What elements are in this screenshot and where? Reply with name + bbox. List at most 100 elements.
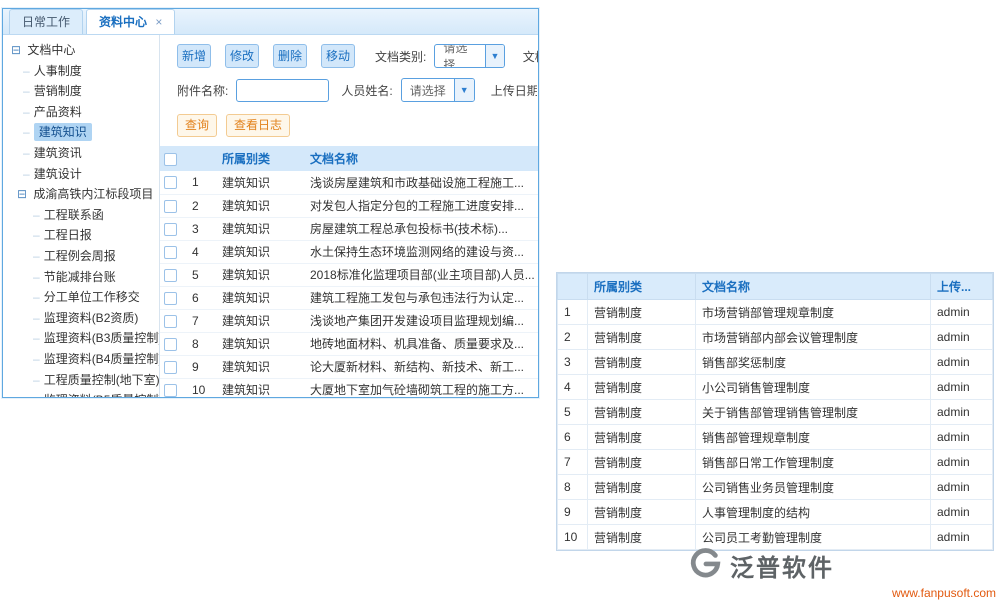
chevron-down-icon: ▼ <box>485 45 504 67</box>
query-button[interactable]: 查询 <box>177 114 217 137</box>
row-doc-name[interactable]: 2018标准化监理项目部(业主项目部)人员... <box>306 263 538 286</box>
row-checkbox[interactable] <box>164 269 177 282</box>
table-row[interactable]: 5 营销制度 关于销售部管理销售管理制度 admin <box>558 400 993 425</box>
row-checkbox[interactable] <box>164 292 177 305</box>
tree-item-construction-knowledge[interactable]: 建筑知识 <box>3 122 159 143</box>
row-doc-name[interactable]: 水土保持生态环境监测网络的建设与资... <box>306 240 538 263</box>
tree-root-project[interactable]: ⊟ 成渝高铁内江标段项目 <box>3 184 159 205</box>
row-checkbox[interactable] <box>164 223 177 236</box>
tree-item-energy-ledger[interactable]: 节能减排台账 <box>3 267 159 288</box>
move-button[interactable]: 移动 <box>321 44 355 68</box>
table-row[interactable]: 2 营销制度 市场营销部内部会议管理制度 admin <box>558 325 993 350</box>
row-checkbox[interactable] <box>164 338 177 351</box>
row-doc-name[interactable]: 市场营销部内部会议管理制度 <box>696 325 931 350</box>
attachment-name-input[interactable] <box>236 79 329 102</box>
delete-button[interactable]: 删除 <box>273 44 307 68</box>
table-row[interactable]: 3 营销制度 销售部奖惩制度 admin <box>558 350 993 375</box>
tree-item-work-transfer[interactable]: 分工单位工作移交 <box>3 287 159 308</box>
tree-item-supervision-b2[interactable]: 监理资料(B2资质) <box>3 308 159 329</box>
table-row[interactable]: 7 营销制度 销售部日常工作管理制度 admin <box>558 450 993 475</box>
row-doc-name[interactable]: 对发包人指定分包的工程施工进度安排... <box>306 194 538 217</box>
tree-item-construction-news[interactable]: 建筑资讯 <box>3 143 159 164</box>
row-doc-name[interactable]: 销售部管理规章制度 <box>696 425 931 450</box>
table-row[interactable]: 4 建筑知识 水土保持生态环境监测网络的建设与资... <box>160 240 538 263</box>
tab-data-center-label: 资料中心 <box>99 15 147 29</box>
row-number: 1 <box>188 171 218 194</box>
row-number: 7 <box>558 450 588 475</box>
tree-item-marketing[interactable]: 营销制度 <box>3 81 159 102</box>
collapse-icon[interactable]: ⊟ <box>17 187 27 201</box>
close-icon[interactable]: × <box>155 15 162 29</box>
row-number: 5 <box>188 263 218 286</box>
table-row[interactable]: 4 营销制度 小公司销售管理制度 admin <box>558 375 993 400</box>
row-category: 营销制度 <box>588 350 696 375</box>
row-doc-name[interactable]: 论大厦新材料、新结构、新技术、新工... <box>306 355 538 378</box>
tab-bar: 日常工作 资料中心 × <box>3 9 538 35</box>
row-checkbox[interactable] <box>164 384 177 397</box>
row-doc-name[interactable]: 人事管理制度的结构 <box>696 500 931 525</box>
collapse-icon[interactable]: ⊟ <box>11 43 21 57</box>
row-checkbox[interactable] <box>164 361 177 374</box>
tree-item-product[interactable]: 产品资料 <box>3 102 159 123</box>
row-doc-name[interactable]: 公司销售业务员管理制度 <box>696 475 931 500</box>
person-name-label: 人员姓名: <box>341 82 392 99</box>
select-all-checkbox[interactable] <box>164 153 177 166</box>
clipped-label: 文档 <box>523 48 538 65</box>
chevron-down-icon: ▼ <box>454 79 474 101</box>
row-doc-name[interactable]: 销售部奖惩制度 <box>696 350 931 375</box>
tree-item-quality-basement[interactable]: 工程质量控制(地下室) <box>3 370 159 391</box>
doc-category-select[interactable]: 请选择 ▼ <box>434 44 504 68</box>
row-doc-name[interactable]: 销售部日常工作管理制度 <box>696 450 931 475</box>
table-row[interactable]: 6 营销制度 销售部管理规章制度 admin <box>558 425 993 450</box>
row-category: 建筑知识 <box>218 309 306 332</box>
table-row[interactable]: 1 营销制度 市场营销部管理规章制度 admin <box>558 300 993 325</box>
row-number: 9 <box>558 500 588 525</box>
table-row[interactable]: 9 建筑知识 论大厦新材料、新结构、新技术、新工... <box>160 355 538 378</box>
table-row[interactable]: 3 建筑知识 房屋建筑工程总承包投标书(技术标)... <box>160 217 538 240</box>
row-doc-name[interactable]: 浅谈地产集团开发建设项目监理规划编... <box>306 309 538 332</box>
doc-name-header: 文档名称 <box>306 146 538 171</box>
row-doc-name[interactable]: 建筑工程施工发包与承包违法行为认定... <box>306 286 538 309</box>
row-doc-name[interactable]: 房屋建筑工程总承包投标书(技术标)... <box>306 217 538 240</box>
modify-button[interactable]: 修改 <box>225 44 259 68</box>
row-checkbox[interactable] <box>164 176 177 189</box>
row-doc-name[interactable]: 市场营销部管理规章制度 <box>696 300 931 325</box>
tree-item-supervision-b4[interactable]: 监理资料(B4质量控制) <box>3 349 159 370</box>
row-number: 3 <box>558 350 588 375</box>
fanpu-logo-icon <box>688 546 722 585</box>
tree-item-weekly-report[interactable]: 工程例会周报 <box>3 246 159 267</box>
view-log-button[interactable]: 查看日志 <box>226 114 290 137</box>
tree-item-clipped[interactable]: 监理资料(B5质量控制) <box>3 390 159 397</box>
row-doc-name[interactable]: 大厦地下室加气砼墙砌筑工程的施工方... <box>306 378 538 397</box>
tree-item-contact-letter[interactable]: 工程联系函 <box>3 205 159 226</box>
row-doc-name[interactable]: 浅谈房屋建筑和市政基础设施工程施工... <box>306 171 538 194</box>
table-row[interactable]: 10 建筑知识 大厦地下室加气砼墙砌筑工程的施工方... <box>160 378 538 397</box>
tree-root-document-center[interactable]: ⊟ 文档中心 <box>3 40 159 61</box>
row-number: 6 <box>188 286 218 309</box>
row-category: 营销制度 <box>588 325 696 350</box>
tree-item-supervision-b3[interactable]: 监理资料(B3质量控制) <box>3 328 159 349</box>
table-row[interactable]: 8 营销制度 公司销售业务员管理制度 admin <box>558 475 993 500</box>
tab-data-center[interactable]: 资料中心 × <box>86 9 175 34</box>
table-row[interactable]: 2 建筑知识 对发包人指定分包的工程施工进度安排... <box>160 194 538 217</box>
table-row[interactable]: 7 建筑知识 浅谈地产集团开发建设项目监理规划编... <box>160 309 538 332</box>
table-row[interactable]: 8 建筑知识 地砖地面材料、机具准备、质量要求及... <box>160 332 538 355</box>
table-row[interactable]: 5 建筑知识 2018标准化监理项目部(业主项目部)人员... <box>160 263 538 286</box>
person-name-select[interactable]: 请选择 ▼ <box>401 78 475 102</box>
row-category: 建筑知识 <box>218 217 306 240</box>
row-checkbox[interactable] <box>164 246 177 259</box>
tree-item-construction-design[interactable]: 建筑设计 <box>3 164 159 185</box>
table-row[interactable]: 6 建筑知识 建筑工程施工发包与承包违法行为认定... <box>160 286 538 309</box>
row-doc-name[interactable]: 小公司销售管理制度 <box>696 375 931 400</box>
row-uploader: admin <box>931 475 993 500</box>
row-doc-name[interactable]: 地砖地面材料、机具准备、质量要求及... <box>306 332 538 355</box>
table-row[interactable]: 9 营销制度 人事管理制度的结构 admin <box>558 500 993 525</box>
row-doc-name[interactable]: 关于销售部管理销售管理制度 <box>696 400 931 425</box>
tab-daily-work[interactable]: 日常工作 <box>9 9 83 34</box>
add-button[interactable]: 新增 <box>177 44 211 68</box>
row-checkbox[interactable] <box>164 200 177 213</box>
tree-item-daily-report[interactable]: 工程日报 <box>3 225 159 246</box>
tree-item-hr[interactable]: 人事制度 <box>3 61 159 82</box>
row-checkbox[interactable] <box>164 315 177 328</box>
table-row[interactable]: 1 建筑知识 浅谈房屋建筑和市政基础设施工程施工... <box>160 171 538 194</box>
